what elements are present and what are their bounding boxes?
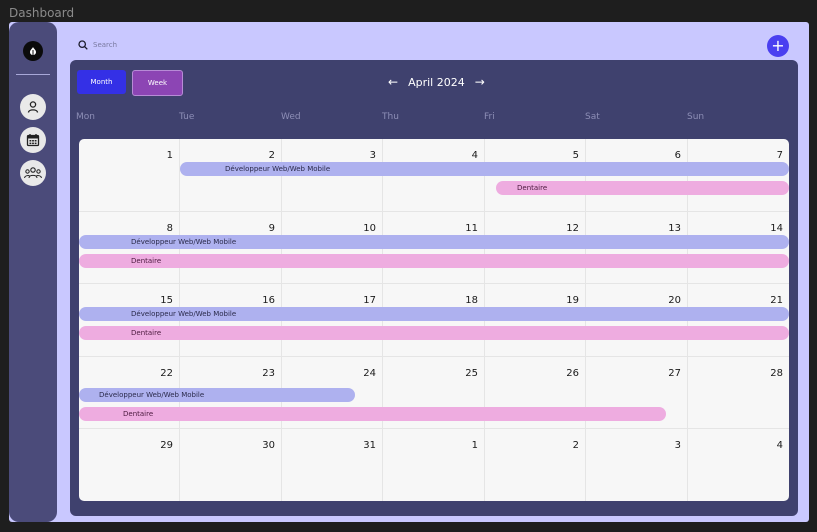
calendar-grid: 1 2 3 4 5 6 7 8 9 10 11 12 13 14 15 16 1… bbox=[79, 139, 789, 501]
sidebar bbox=[9, 22, 57, 522]
month-navigation: ← April 2024 → bbox=[388, 75, 485, 89]
day-number: 3 bbox=[369, 150, 376, 161]
weekday-label: Tue bbox=[179, 112, 195, 122]
window-title: Dashboard bbox=[9, 6, 75, 20]
day-number: 13 bbox=[668, 223, 681, 234]
day-number: 28 bbox=[770, 368, 783, 379]
app-frame: + Month Week ← April 2024 → Mon Tue Wed … bbox=[9, 22, 809, 522]
sidebar-divider bbox=[16, 74, 50, 75]
day-number: 31 bbox=[363, 440, 376, 451]
day-cell[interactable]: 2 bbox=[485, 429, 586, 501]
weekday-label: Mon bbox=[76, 112, 95, 122]
user-icon[interactable] bbox=[20, 94, 46, 120]
day-number: 4 bbox=[471, 150, 478, 161]
search-input[interactable] bbox=[93, 40, 293, 49]
day-number: 29 bbox=[160, 440, 173, 451]
weekday-label: Sun bbox=[687, 112, 705, 122]
event-dentaire[interactable]: Dentaire bbox=[79, 254, 789, 268]
day-number: 8 bbox=[166, 223, 173, 234]
prev-month-button[interactable]: ← bbox=[388, 75, 398, 89]
next-month-button[interactable]: → bbox=[475, 75, 485, 89]
day-number: 18 bbox=[465, 295, 478, 306]
day-number: 23 bbox=[262, 368, 275, 379]
event-dentaire[interactable]: Dentaire bbox=[496, 181, 789, 195]
day-cell[interactable]: 1 bbox=[79, 139, 180, 212]
search-icon[interactable] bbox=[78, 35, 88, 54]
event-developpeur-web[interactable]: Développeur Web/Web Mobile bbox=[180, 162, 789, 176]
weekday-header: Mon Tue Wed Thu Fri Sat Sun bbox=[76, 112, 788, 126]
day-number: 1 bbox=[471, 440, 478, 451]
day-number: 16 bbox=[262, 295, 275, 306]
day-cell[interactable]: 31 bbox=[282, 429, 383, 501]
weekday-label: Fri bbox=[484, 112, 495, 122]
weekday-label: Wed bbox=[281, 112, 301, 122]
weekday-label: Sat bbox=[585, 112, 600, 122]
day-number: 4 bbox=[776, 440, 783, 451]
event-dentaire[interactable]: Dentaire bbox=[79, 407, 666, 421]
event-developpeur-web[interactable]: Développeur Web/Web Mobile bbox=[79, 235, 789, 249]
day-number: 30 bbox=[262, 440, 275, 451]
calendar-panel: Month Week ← April 2024 → Mon Tue Wed Th… bbox=[70, 60, 798, 516]
group-icon[interactable] bbox=[20, 160, 46, 186]
day-number: 6 bbox=[674, 150, 681, 161]
weekday-label: Thu bbox=[382, 112, 399, 122]
day-cell[interactable]: 30 bbox=[180, 429, 282, 501]
search-bar bbox=[78, 35, 293, 54]
day-cell[interactable]: 28 bbox=[688, 357, 789, 429]
day-number: 24 bbox=[363, 368, 376, 379]
day-number: 1 bbox=[166, 150, 173, 161]
day-number: 21 bbox=[770, 295, 783, 306]
event-dentaire[interactable]: Dentaire bbox=[79, 326, 789, 340]
logo-icon[interactable] bbox=[23, 41, 43, 61]
day-number: 20 bbox=[668, 295, 681, 306]
day-number: 2 bbox=[572, 440, 579, 451]
day-number: 2 bbox=[268, 150, 275, 161]
day-number: 3 bbox=[674, 440, 681, 451]
day-number: 12 bbox=[566, 223, 579, 234]
calendar-icon[interactable] bbox=[20, 127, 46, 153]
event-developpeur-web[interactable]: Développeur Web/Web Mobile bbox=[79, 388, 355, 402]
day-number: 14 bbox=[770, 223, 783, 234]
day-cell[interactable]: 3 bbox=[586, 429, 688, 501]
day-number: 19 bbox=[566, 295, 579, 306]
day-number: 9 bbox=[268, 223, 275, 234]
day-number: 15 bbox=[160, 295, 173, 306]
day-number: 27 bbox=[668, 368, 681, 379]
day-number: 7 bbox=[776, 150, 783, 161]
day-cell[interactable]: 29 bbox=[79, 429, 180, 501]
day-number: 26 bbox=[566, 368, 579, 379]
event-developpeur-web[interactable]: Développeur Web/Web Mobile bbox=[79, 307, 789, 321]
current-month-title: April 2024 bbox=[408, 75, 465, 89]
day-cell[interactable]: 1 bbox=[383, 429, 485, 501]
week-view-button[interactable]: Week bbox=[132, 70, 183, 96]
add-event-button[interactable]: + bbox=[767, 35, 789, 57]
day-number: 25 bbox=[465, 368, 478, 379]
day-number: 17 bbox=[363, 295, 376, 306]
day-number: 22 bbox=[160, 368, 173, 379]
day-cell[interactable]: 4 bbox=[688, 429, 789, 501]
day-number: 10 bbox=[363, 223, 376, 234]
day-number: 11 bbox=[465, 223, 478, 234]
day-number: 5 bbox=[572, 150, 579, 161]
month-view-button[interactable]: Month bbox=[77, 70, 126, 94]
